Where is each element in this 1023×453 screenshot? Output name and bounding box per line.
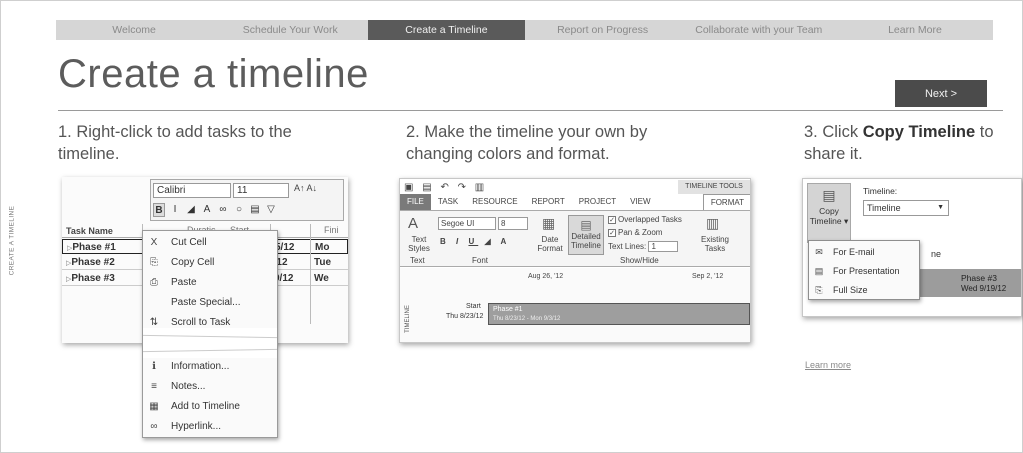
nav-report-on-progress[interactable]: Report on Progress [525,20,681,40]
ctx-cut-cell[interactable]: X Cut Cell [143,233,277,252]
phase3-bar: Phase #3 Wed 9/19/12 [915,269,1021,297]
tab-file[interactable]: FILE [400,194,431,210]
text-styles-button[interactable]: Text Styles [404,235,434,253]
mini-toolbar: Calibri 11 A↑ A↓ B I ◢ A ∞ ○ ▤ ▽ [150,179,344,221]
ctx-hyperlink[interactable]: ∞ Hyperlink... [143,417,277,436]
column-task-name[interactable]: Task Name [66,226,113,236]
font-name-box[interactable]: Calibri [153,183,231,198]
ctx-copy-cell[interactable]: ⎘ Copy Cell [143,253,277,272]
tab-format[interactable]: FORMAT [702,194,750,210]
link-icon[interactable]: ∞ [217,203,229,217]
group-text-label: Text [410,256,425,265]
timeline-task-bar[interactable]: Phase #1 Thu 8/23/12 - Mon 9/3/12 [488,303,750,325]
tab-resource[interactable]: RESOURCE [465,194,524,210]
information-icon: ℹ [152,361,156,372]
partial-text: ne [931,249,942,259]
font-format-buttons[interactable]: B I U ◢ A [440,237,510,246]
learn-more-link[interactable]: Learn more [805,360,851,370]
context-menu: X Cut Cell ⎘ Copy Cell ⎙ Paste Paste Specia… [142,230,278,438]
timeline-icon: ▦ [149,401,159,412]
font-size-box[interactable]: 11 [233,183,289,198]
presentation-icon: ▤ [814,265,824,276]
ctx-notes[interactable]: ≡ Notes... [143,377,277,396]
tab-view[interactable]: VIEW [623,194,657,210]
menu-tear-separator [143,328,277,358]
column-finish[interactable]: Fini [324,225,339,235]
overlapped-tasks-checkbox[interactable]: ✓ Overlapped Tasks [608,215,682,224]
step-2-text: 2. Make the timeline your own by changin… [406,123,648,163]
detailed-timeline-icon: ▤ [580,218,592,232]
title-divider [58,110,1003,111]
text-lines-field[interactable]: Text Lines: 1 [608,241,679,252]
font-color-button[interactable]: A [201,203,213,217]
notes-icon: ≡ [151,381,157,392]
top-navigation: Welcome Schedule Your Work Create a Time… [56,20,993,40]
nav-welcome[interactable]: Welcome [56,20,212,40]
nav-collaborate-with-your-team[interactable]: Collaborate with your Team [681,20,837,40]
ctx-information[interactable]: ℹ Information... [143,357,277,376]
tab-task[interactable]: TASK [431,194,465,210]
step-3-bold: Copy Timeline [862,123,976,141]
step-3-text: 3. Click Copy Timeline to share it. [804,123,994,163]
progress-icon[interactable]: ▤ [249,203,261,217]
full-size-icon: ⎘ [815,284,823,295]
timeline-start-date: Thu 8/23/12 [446,313,484,320]
bold-button[interactable]: B [153,203,165,217]
timeline-side-label: TIMELINE [405,305,412,333]
tab-project[interactable]: PROJECT [572,194,623,210]
paste-icon: ⎙ [150,277,158,288]
scroll-icon: ⇅ [149,317,159,328]
fill-color-icon[interactable]: ◢ [185,203,197,217]
calendar-icon: ▦ [542,215,556,231]
font-name-box[interactable]: Segoe UI [438,217,496,230]
ribbon-body: A Text Styles Text Segoe UI 8 B I U ◢ A … [400,210,750,267]
mini-toolbar-row: B I ◢ A ∞ ○ ▤ ▽ [153,203,277,217]
group-showhide-label: Show/Hide [620,256,659,265]
nav-schedule-your-work[interactable]: Schedule Your Work [212,20,368,40]
menu-for-presentation[interactable]: ▤ For Presentation [809,262,919,280]
group-font-label: Font [472,256,489,265]
tab-report[interactable]: REPORT [525,194,572,210]
format-ribbon-screenshot: ▣ ▤ ↶ ↷ ▥ TIMELINE TOOLS FILE TASK RESOU… [399,178,751,343]
chevron-down-icon: ▼ [937,204,944,211]
copy-icon: ⎘ [150,257,158,268]
step-1-text: 1. Right-click to add tasks to the timel… [58,123,292,163]
timeline-start-label: Start [466,303,481,310]
timeline-dropdown[interactable]: Timeline ▼ [863,200,949,216]
text-styles-icon: A [408,215,419,232]
existing-tasks-button[interactable]: Existing Tasks [698,235,732,253]
timeline-date-sep: Sep 2, '12 [692,273,724,280]
font-grow-icon[interactable]: A↑ A↓ [294,183,317,193]
ribbon-tabs: FILE TASK RESOURCE REPORT PROJECT VIEW F… [400,194,750,210]
timeline-tools-label: TIMELINE TOOLS [678,180,750,194]
copy-timeline-menu: ✉ For E-mail ▤ For Presentation ⎘ Full Size [808,240,920,300]
next-button[interactable]: Next > [895,80,987,107]
email-icon: ✉ [815,246,823,257]
nav-create-a-timeline[interactable]: Create a Timeline [368,20,525,40]
shape-icon[interactable]: ○ [233,203,245,217]
timeline-date-aug: Aug 26, '12 [528,273,564,280]
copy-icon: ▤ [822,187,836,203]
copy-timeline-button[interactable]: ▤ Copy Timeline ▾ [807,183,851,243]
detailed-timeline-button[interactable]: ▤ Detailed Timeline [568,215,604,255]
existing-tasks-icon: ▥ [706,215,720,231]
nav-learn-more[interactable]: Learn More [837,20,993,40]
menu-full-size[interactable]: ⎘ Full Size [809,281,919,299]
quick-access-toolbar[interactable]: ▣ ▤ ↶ ↷ ▥ [404,182,487,193]
date-format-button[interactable]: Date Format [534,235,566,253]
side-section-label: CREATE A TIMELINE [8,205,16,275]
hyperlink-icon: ∞ [150,421,158,432]
dropdown-icon[interactable]: ▽ [265,203,277,217]
ctx-paste-special[interactable]: Paste Special... [143,293,277,312]
page-title: Create a timeline [58,52,369,96]
menu-for-email[interactable]: ✉ For E-mail [809,243,919,261]
column-divider [310,224,311,324]
timeline-dropdown-label: Timeline: [863,186,898,196]
pan-zoom-checkbox[interactable]: ✓ Pan & Zoom [608,228,662,237]
italic-button[interactable]: I [169,203,181,217]
ctx-add-to-timeline[interactable]: ▦ Add to Timeline [143,397,277,416]
cut-icon: X [150,237,158,248]
ctx-paste[interactable]: ⎙ Paste [143,273,277,292]
font-size-box[interactable]: 8 [498,217,528,230]
